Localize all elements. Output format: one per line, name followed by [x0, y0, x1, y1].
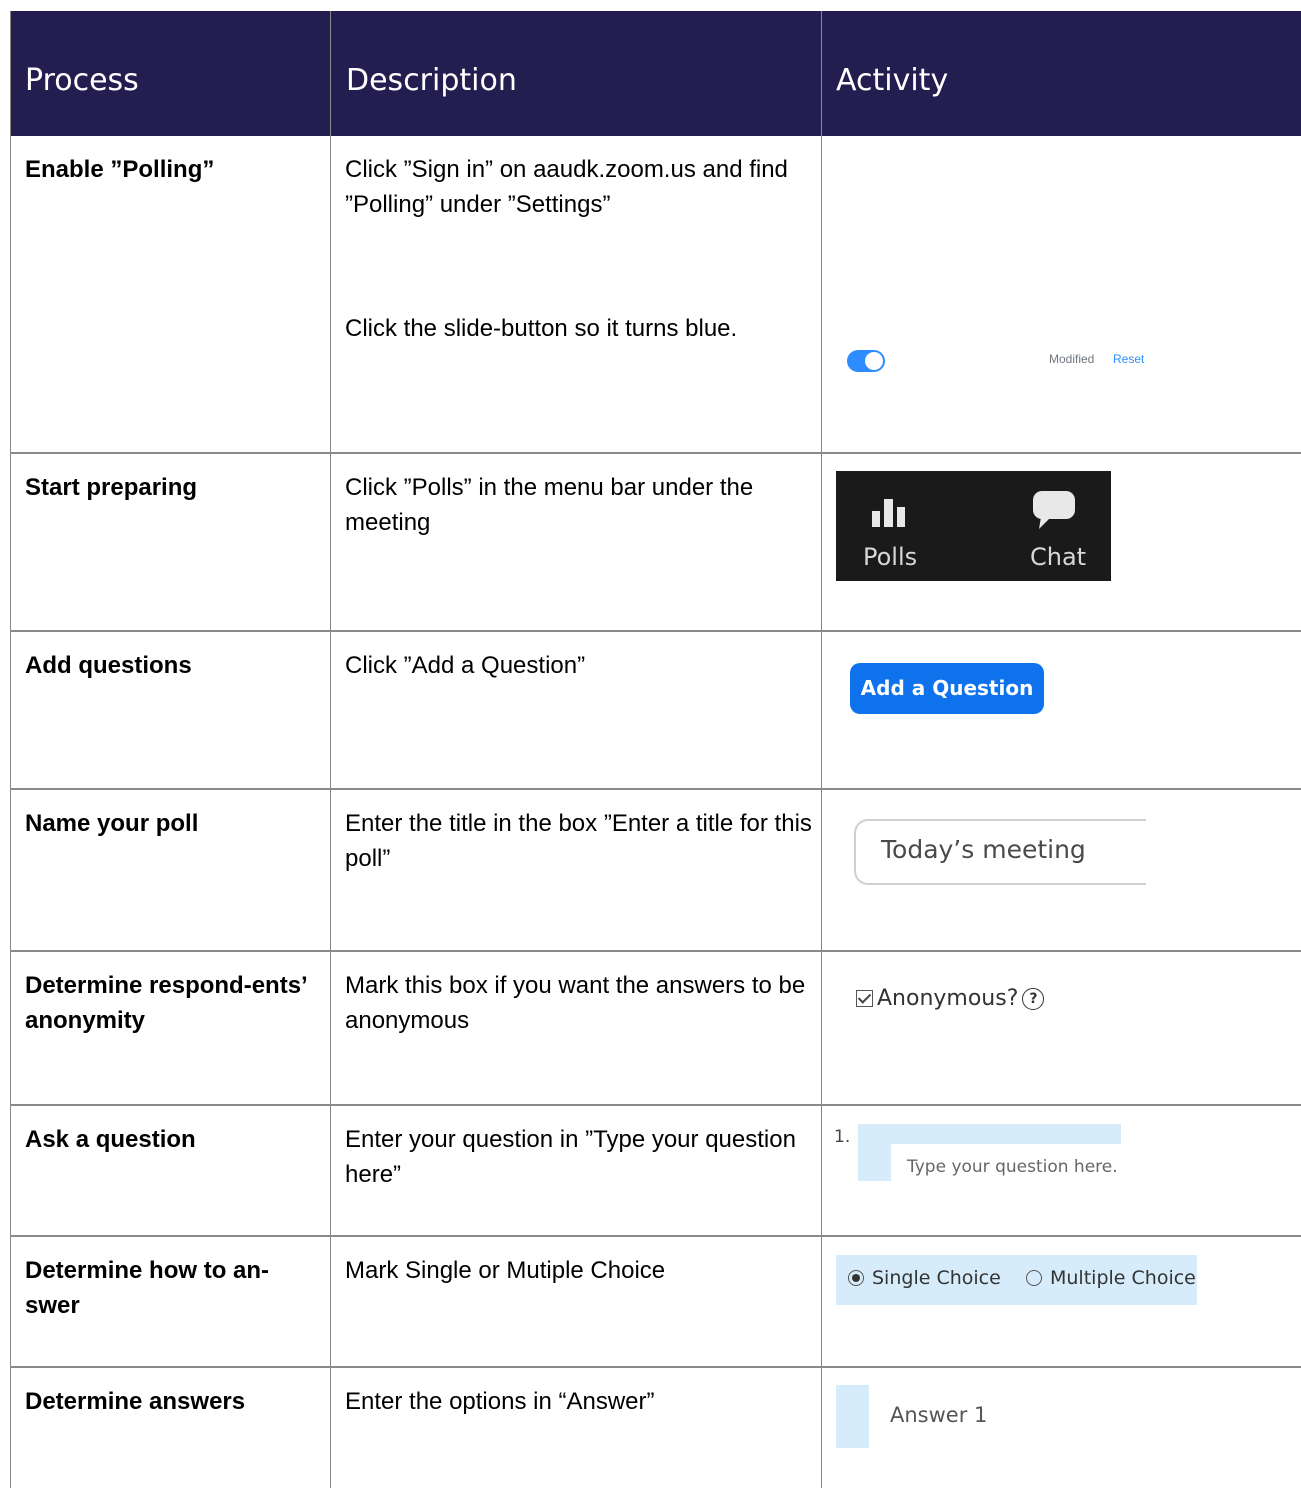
help-icon[interactable]: ? [1022, 987, 1045, 1010]
header-process: Process [25, 63, 139, 98]
modified-label: Modified [1049, 352, 1095, 366]
description-cell: Enter the title in the box ”Enter a titl… [345, 810, 812, 872]
process-cell: Determine answers [25, 1388, 246, 1415]
process-cell: Enable ”Polling” [25, 156, 215, 183]
process-cell: Determine respond-ents’ anonymity [25, 972, 307, 1034]
table-row: Ask a question Enter your question in ”T… [10, 1106, 1301, 1235]
anonymous-label: Anonymous? [877, 986, 1019, 1011]
multiple-choice-option[interactable]: Multiple Choice [1026, 1267, 1196, 1289]
multiple-choice-radio[interactable] [1026, 1270, 1042, 1286]
toggle-knob [865, 352, 883, 370]
description-cell: Click ”Polls” in the menu bar under the … [345, 474, 754, 536]
question-field-bar [858, 1144, 891, 1181]
instruction-table: Process Description Activity Enable ”Pol… [10, 11, 1301, 1488]
reset-link[interactable]: Reset [1113, 352, 1144, 366]
poll-title-value: Today’s meeting [881, 835, 1086, 864]
table-header: Process Description Activity [10, 11, 1301, 136]
table-row: Determine how to an-swer Mark Single or … [10, 1237, 1301, 1366]
single-choice-radio[interactable] [848, 1270, 864, 1286]
answer-input[interactable]: Answer 1 [890, 1403, 987, 1427]
description-cell: Mark this box if you want the answers to… [345, 972, 806, 1034]
table-row: Start preparing Click ”Polls” in the men… [10, 454, 1301, 630]
question-number: 1. [834, 1127, 851, 1147]
polls-icon[interactable] [870, 491, 910, 531]
header-activity: Activity [836, 63, 949, 98]
process-cell: Determine how to an-swer [25, 1257, 270, 1319]
table-row: Name your poll Enter the title in the bo… [10, 790, 1301, 950]
add-question-button[interactable]: Add a Question [850, 663, 1044, 714]
description-cell: Mark Single or Mutiple Choice [345, 1257, 666, 1284]
question-field-bar [858, 1124, 1121, 1144]
anonymous-checkbox[interactable] [856, 990, 873, 1007]
description-cell: Click ”Sign in” on aaudk.zoom.us and fin… [345, 156, 788, 218]
description-cell: Click ”Add a Question” [345, 652, 586, 679]
table-row: Add questions Click ”Add a Question” Add… [10, 632, 1301, 788]
poll-title-input[interactable]: Today’s meeting [854, 819, 1146, 885]
answer-field-bar [836, 1385, 869, 1448]
process-cell: Start preparing [25, 474, 198, 501]
polls-label[interactable]: Polls [863, 543, 917, 571]
description-cell: Enter the options in “Answer” [345, 1388, 655, 1415]
description-cell: Enter your question in ”Type your questi… [345, 1126, 796, 1188]
polling-toggle[interactable] [847, 350, 885, 372]
table-row: Determine answers Enter the options in “… [10, 1368, 1301, 1488]
chat-label[interactable]: Chat [1030, 543, 1086, 571]
anonymous-option[interactable]: Anonymous? ? [856, 986, 1045, 1011]
single-choice-label: Single Choice [872, 1267, 1001, 1289]
multiple-choice-label: Multiple Choice [1050, 1267, 1196, 1289]
zoom-menu-bar: Polls Chat [836, 471, 1111, 581]
chat-icon[interactable] [1031, 489, 1077, 533]
description-cell-2: Click the slide-button so it turns blue. [345, 315, 738, 342]
header-description: Description [346, 63, 517, 98]
process-cell: Add questions [25, 652, 192, 679]
table-row: Enable ”Polling” Click ”Sign in” on aaud… [10, 136, 1301, 452]
process-cell: Name your poll [25, 810, 199, 837]
table-row: Determine respond-ents’ anonymity Mark t… [10, 952, 1301, 1104]
single-choice-option[interactable]: Single Choice [848, 1267, 1001, 1289]
answer-type-bar: Single Choice Multiple Choice [836, 1255, 1197, 1305]
process-cell: Ask a question [25, 1126, 196, 1153]
question-input-placeholder[interactable]: Type your question here. [907, 1157, 1118, 1177]
